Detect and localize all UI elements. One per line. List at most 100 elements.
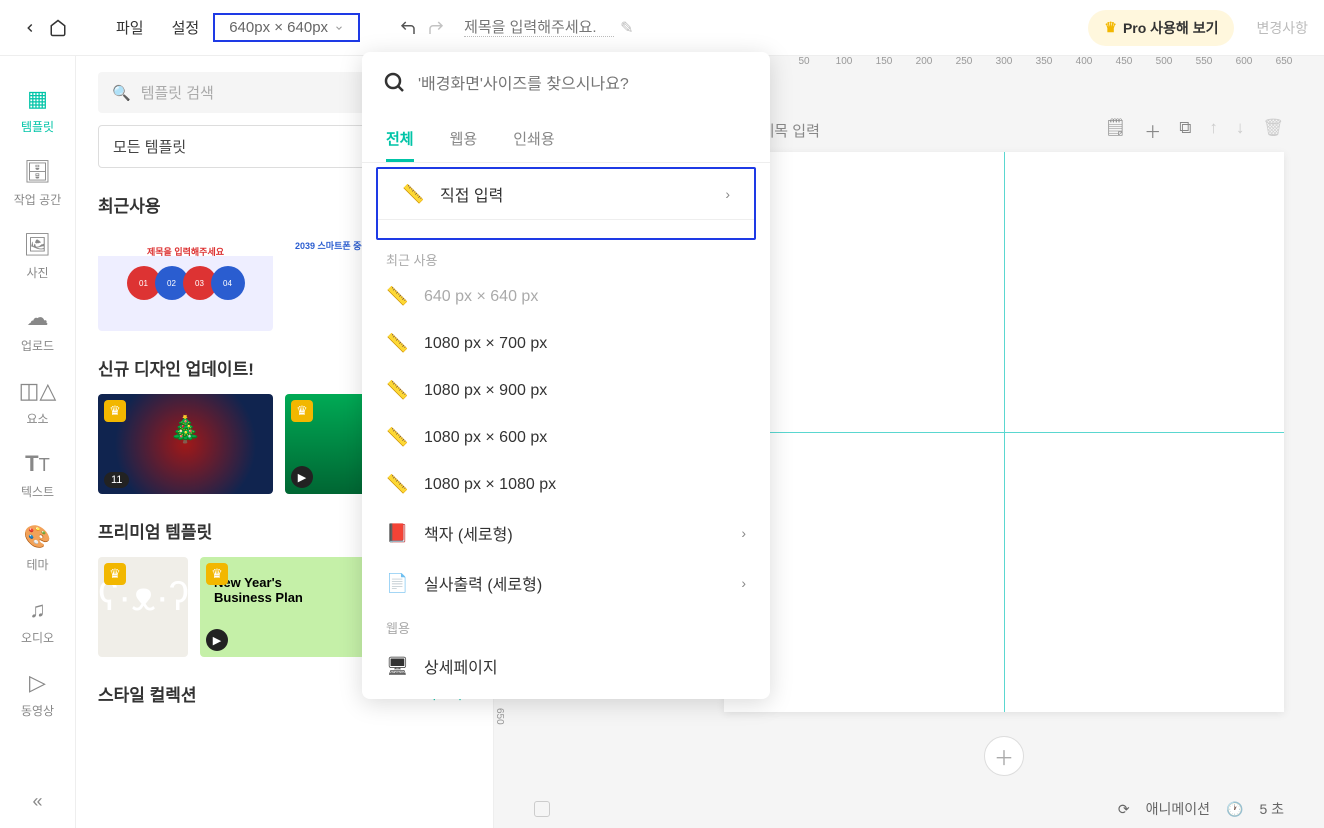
template-thumb[interactable]: 제목을 입력해주세요 01020304 xyxy=(98,231,273,331)
chevron-down-icon xyxy=(334,23,344,33)
ruler-icon: 📏 xyxy=(386,474,408,495)
canvas[interactable] xyxy=(724,152,1284,712)
guide-vertical xyxy=(1004,152,1005,712)
sidebar-label: 작업 공간 xyxy=(14,191,62,208)
popup-search-input[interactable] xyxy=(418,76,750,94)
sidebar-item-video[interactable]: ▷ 동영상 xyxy=(0,658,75,731)
edit-title-icon[interactable]: ✎ xyxy=(620,18,633,38)
templates-icon: ▦ xyxy=(27,86,48,112)
changes-label: 변경사항 xyxy=(1256,18,1308,38)
popup-size-option[interactable]: 📏 1080 px × 1080 px xyxy=(362,461,770,508)
sidebar-label: 업로드 xyxy=(21,337,54,354)
popup-size-option[interactable]: 📏 640 px × 640 px xyxy=(362,273,770,320)
chevron-right-icon: › xyxy=(725,186,730,202)
sidebar-item-templates[interactable]: ▦ 템플릿 xyxy=(0,74,75,147)
crown-icon: ♛ xyxy=(1104,19,1117,36)
animation-icon: ⟳ xyxy=(1118,801,1130,818)
text-icon: TT xyxy=(25,451,50,477)
template-thumb[interactable]: ♛ ʕ·ᴥ·ʔ xyxy=(98,557,188,657)
sidebar-item-text[interactable]: TT 텍스트 xyxy=(0,439,75,512)
sidebar-item-workspace[interactable]: 🗄 작업 공간 xyxy=(0,147,75,220)
popup-search[interactable] xyxy=(362,52,770,118)
topbar: 파일 설정 640px × 640px ✎ ♛ Pro 사용해 보기 변경사항 xyxy=(0,0,1324,56)
move-up-icon: ↑ xyxy=(1209,118,1218,143)
add-page-icon[interactable]: ＋ xyxy=(1144,118,1161,143)
ruler-icon: 📏 xyxy=(386,286,408,307)
sidebar-item-upload[interactable]: ☁ 업로드 xyxy=(0,293,75,366)
sidebar-label: 사진 xyxy=(26,264,48,281)
animation-label[interactable]: 애니메이션 xyxy=(1146,799,1210,819)
print-icon: 📄 xyxy=(386,573,408,594)
move-down-icon: ↓ xyxy=(1236,118,1245,143)
home-button[interactable] xyxy=(44,14,72,42)
duration-label[interactable]: 5 초 xyxy=(1259,799,1284,819)
sidebar-item-photos[interactable]: 🖼 사진 xyxy=(0,220,75,293)
video-icon: ▷ xyxy=(29,670,46,696)
delete-icon: 🗑 xyxy=(1262,118,1284,143)
popup-size-option[interactable]: 📏 1080 px × 600 px xyxy=(362,414,770,461)
premium-badge-icon: ♛ xyxy=(291,400,313,422)
popup-size-option[interactable]: 📏 1080 px × 900 px xyxy=(362,367,770,414)
book-icon: 📕 xyxy=(386,523,408,544)
memo-icon[interactable]: 🗒 xyxy=(1105,118,1127,143)
chevron-right-icon: › xyxy=(741,575,746,591)
popup-tab-all[interactable]: 전체 xyxy=(386,118,414,162)
search-icon xyxy=(382,70,406,100)
audio-icon: ♫ xyxy=(29,597,46,623)
popup-group-web: 웹용 xyxy=(362,608,770,641)
popup-tab-print[interactable]: 인쇄용 xyxy=(513,118,554,162)
workspace-icon: 🗄 xyxy=(24,159,52,185)
size-popup: 전체 웹용 인쇄용 📏 직접 입력 › 최근 사용 📏 640 px × 640… xyxy=(362,52,770,699)
canvas-size-label: 640px × 640px xyxy=(229,19,328,36)
undo-button[interactable] xyxy=(394,14,422,42)
canvas-size-button[interactable]: 640px × 640px xyxy=(213,13,360,42)
sidebar-label: 동영상 xyxy=(21,702,54,719)
popup-tab-web[interactable]: 웹용 xyxy=(450,118,478,162)
popup-item-book[interactable]: 📕 책자 (세로형) › xyxy=(362,508,770,558)
file-menu[interactable]: 파일 xyxy=(102,17,158,38)
popup-item-print[interactable]: 📄 실사출력 (세로형) › xyxy=(362,558,770,608)
sidebar-item-theme[interactable]: 🎨 테마 xyxy=(0,512,75,585)
ruler-icon: 📏 xyxy=(386,380,408,401)
elements-icon: ◫△ xyxy=(19,378,57,404)
add-page-button[interactable]: ＋ xyxy=(984,736,1024,776)
checkbox[interactable] xyxy=(534,801,550,817)
ruler-icon: 📏 xyxy=(402,184,424,205)
premium-badge-icon: ♛ xyxy=(206,563,228,585)
redo-button[interactable] xyxy=(422,14,450,42)
popup-item-detail-page[interactable]: 🖥 상세페이지 xyxy=(362,641,770,691)
popup-tabs: 전체 웹용 인쇄용 xyxy=(362,118,770,163)
sidebar-label: 오디오 xyxy=(21,629,54,646)
sidebar: ▦ 템플릿 🗄 작업 공간 🖼 사진 ☁ 업로드 ◫△ 요소 TT 텍스트 🎨 … xyxy=(0,56,76,828)
search-placeholder: 템플릿 검색 xyxy=(141,82,214,103)
chevron-right-icon: › xyxy=(741,525,746,541)
premium-badge-icon: ♛ xyxy=(104,400,126,422)
page-header: |이지 - 제목 입력 🗒 ＋ ⧉ ↑ ↓ 🗑 xyxy=(724,118,1284,143)
template-thumb[interactable]: ♛ 🎄 11 xyxy=(98,394,273,494)
premium-badge-icon: ♛ xyxy=(104,563,126,585)
ruler-icon: 📏 xyxy=(386,427,408,448)
popup-size-option[interactable]: 📏 1080 px × 700 px xyxy=(362,320,770,367)
clock-icon: 🕐 xyxy=(1226,801,1243,818)
popup-item-direct-input[interactable]: 📏 직접 입력 › xyxy=(378,169,754,220)
settings-menu[interactable]: 설정 xyxy=(158,17,214,38)
pro-upgrade-button[interactable]: ♛ Pro 사용해 보기 xyxy=(1088,10,1234,46)
pro-label: Pro 사용해 보기 xyxy=(1123,18,1219,38)
upload-icon: ☁ xyxy=(27,305,49,331)
sidebar-label: 텍스트 xyxy=(21,483,54,500)
ruler-icon: 📏 xyxy=(386,333,408,354)
sidebar-label: 테마 xyxy=(26,556,48,573)
page-count-badge: 11 xyxy=(104,472,129,488)
sidebar-label: 요소 xyxy=(26,410,48,427)
page-icon: 🖥 xyxy=(386,656,408,677)
sidebar-item-audio[interactable]: ♫ 오디오 xyxy=(0,585,75,658)
theme-icon: 🎨 xyxy=(24,524,51,550)
photo-icon: 🖼 xyxy=(24,232,52,258)
back-button[interactable] xyxy=(16,14,44,42)
sidebar-collapse-button[interactable]: « xyxy=(0,775,75,828)
sidebar-item-elements[interactable]: ◫△ 요소 xyxy=(0,366,75,439)
popup-group-recent: 최근 사용 xyxy=(362,240,770,273)
duplicate-icon[interactable]: ⧉ xyxy=(1179,118,1191,143)
document-title-input[interactable] xyxy=(464,19,614,37)
search-icon: 🔍 xyxy=(112,84,131,102)
